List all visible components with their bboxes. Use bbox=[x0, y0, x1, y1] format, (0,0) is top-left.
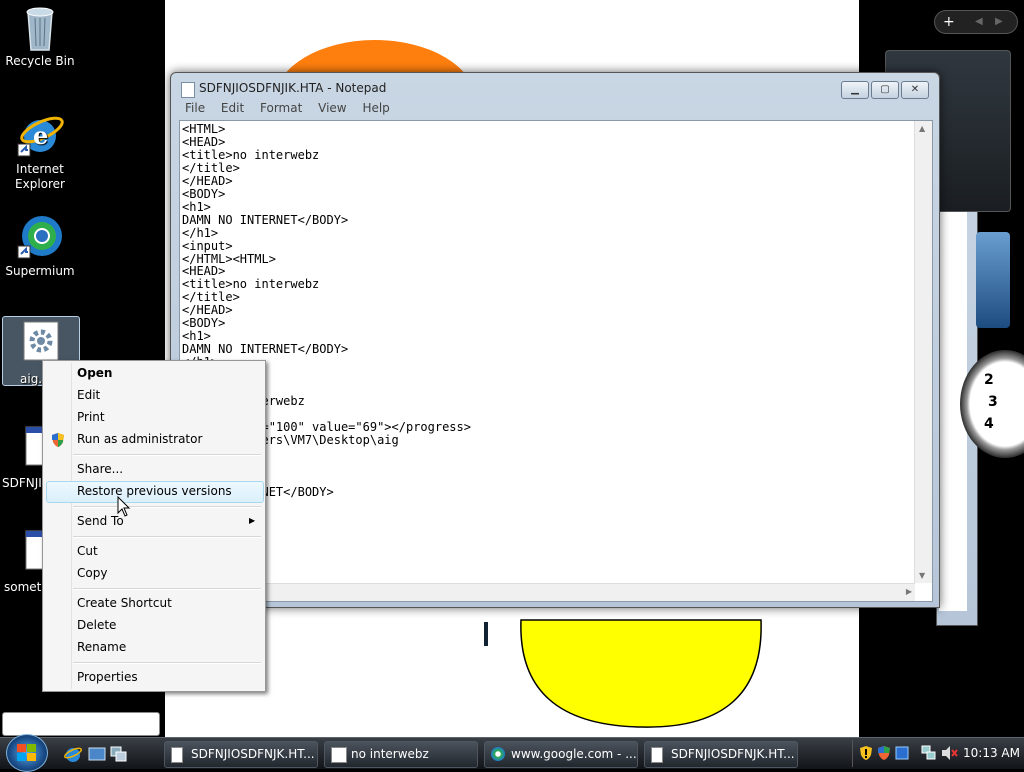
context-menu: Open Edit Print Run as administrator Sha… bbox=[42, 360, 266, 692]
tray-app-icon[interactable] bbox=[895, 745, 909, 761]
system-tray: 10:13 AM bbox=[852, 740, 1023, 767]
figure-mark bbox=[484, 622, 488, 646]
supermium-icon bbox=[491, 747, 505, 761]
taskbar-button-notepad[interactable]: SDFNJIOSDFNJK.HT... bbox=[164, 741, 318, 768]
menu-edit[interactable]: Edit bbox=[221, 101, 244, 115]
notepad-window[interactable]: SDFNJIOSDFNJIK.HTA - Notepad ▁ ▢ ✕ File … bbox=[170, 72, 940, 608]
shield-icon bbox=[51, 432, 65, 451]
notepad-icon bbox=[181, 82, 195, 98]
desktop-icon-label: Internet Explorer bbox=[15, 162, 65, 191]
clock[interactable]: 10:13 AM bbox=[963, 746, 1020, 760]
start-button[interactable] bbox=[6, 734, 48, 772]
window-icon bbox=[331, 747, 347, 763]
menu-separator bbox=[73, 662, 261, 664]
network-icon[interactable] bbox=[921, 745, 937, 761]
menu-separator bbox=[73, 588, 261, 590]
menu-file[interactable]: File bbox=[185, 101, 205, 115]
text-editor[interactable]: <HTML> <HEAD> <title>no interwebz </titl… bbox=[179, 120, 933, 602]
menu-format[interactable]: Format bbox=[260, 101, 302, 115]
menu-separator bbox=[73, 454, 261, 456]
mouse-cursor-icon bbox=[117, 496, 131, 517]
menu-item-restore-previous-versions[interactable]: Restore previous versions bbox=[77, 484, 232, 498]
menu-item-copy[interactable]: Copy bbox=[77, 566, 107, 580]
submenu-arrow-icon: ▶ bbox=[249, 516, 256, 525]
windows-logo-icon bbox=[17, 744, 36, 761]
taskbar-button-google[interactable]: www.google.com - ... bbox=[484, 741, 638, 768]
prev-icon[interactable]: ◀ bbox=[975, 11, 983, 33]
internet-explorer-desktop-icon[interactable]: e Internet Explorer bbox=[0, 110, 80, 192]
next-icon[interactable]: ▶ bbox=[995, 11, 1003, 33]
taskbar-button-no-interwebz[interactable]: no interwebz bbox=[324, 741, 478, 768]
menu-item-run-as-administrator[interactable]: Run as administrator bbox=[77, 432, 202, 446]
menu-item-delete[interactable]: Delete bbox=[77, 618, 116, 632]
switch-windows-icon[interactable] bbox=[110, 745, 128, 763]
notepad-icon bbox=[171, 747, 183, 763]
recycle-bin-icon bbox=[16, 2, 64, 51]
svg-text:e: e bbox=[33, 121, 48, 150]
taskbar-button-notepad-2[interactable]: SDFNJIOSDFNJK.HT... bbox=[644, 741, 798, 768]
minimized-window-strip bbox=[2, 712, 160, 736]
desktop-icon-label: Recycle Bin bbox=[5, 54, 75, 68]
horizontal-scrollbar[interactable]: ◀ ▶ bbox=[180, 583, 915, 601]
supermium-icon bbox=[16, 212, 64, 260]
window-title: SDFNJIOSDFNJIK.HTA - Notepad bbox=[199, 81, 387, 95]
vertical-scrollbar[interactable]: ▲ ▼ bbox=[914, 121, 932, 583]
menu-item-create-shortcut[interactable]: Create Shortcut bbox=[77, 596, 172, 610]
supermium-desktop-icon[interactable]: Supermium bbox=[0, 212, 80, 279]
windows-update-icon[interactable] bbox=[877, 745, 891, 761]
internet-explorer-quicklaunch-icon[interactable] bbox=[64, 745, 82, 763]
show-desktop-icon[interactable] bbox=[88, 745, 106, 763]
menu-item-share[interactable]: Share... bbox=[77, 462, 123, 476]
desktop-icon-label: Supermium bbox=[5, 264, 75, 278]
close-button[interactable]: ✕ bbox=[901, 81, 929, 99]
notepad-icon bbox=[651, 747, 663, 763]
minimize-button[interactable]: ▁ bbox=[841, 81, 869, 99]
menu-item-cut[interactable]: Cut bbox=[77, 544, 98, 558]
slideshow-gadget bbox=[976, 232, 1010, 328]
taskbar: SDFNJIOSDFNJK.HT... no interwebz www.goo… bbox=[0, 734, 1024, 772]
menu-view[interactable]: View bbox=[318, 101, 346, 115]
yellow-circle bbox=[520, 619, 762, 728]
menu-separator bbox=[73, 536, 261, 538]
menu-separator bbox=[73, 506, 261, 508]
menu-help[interactable]: Help bbox=[362, 101, 389, 115]
sidebar-gadget-controls[interactable]: + ◀ ▶ bbox=[934, 10, 1018, 34]
recycle-bin-desktop-icon[interactable]: Recycle Bin bbox=[0, 2, 80, 69]
add-gadget-icon[interactable]: + bbox=[943, 11, 955, 33]
security-shield-icon[interactable] bbox=[859, 745, 873, 761]
volume-muted-icon[interactable] bbox=[941, 745, 959, 761]
menu-bar: File Edit Format View Help bbox=[179, 101, 929, 119]
internet-explorer-icon: e bbox=[16, 110, 64, 158]
menu-item-print[interactable]: Print bbox=[77, 410, 105, 424]
menu-item-properties[interactable]: Properties bbox=[77, 670, 138, 684]
menu-item-rename[interactable]: Rename bbox=[77, 640, 126, 654]
menu-item-edit[interactable]: Edit bbox=[77, 388, 100, 402]
maximize-button[interactable]: ▢ bbox=[871, 81, 899, 99]
menu-item-open[interactable]: Open bbox=[77, 366, 112, 380]
